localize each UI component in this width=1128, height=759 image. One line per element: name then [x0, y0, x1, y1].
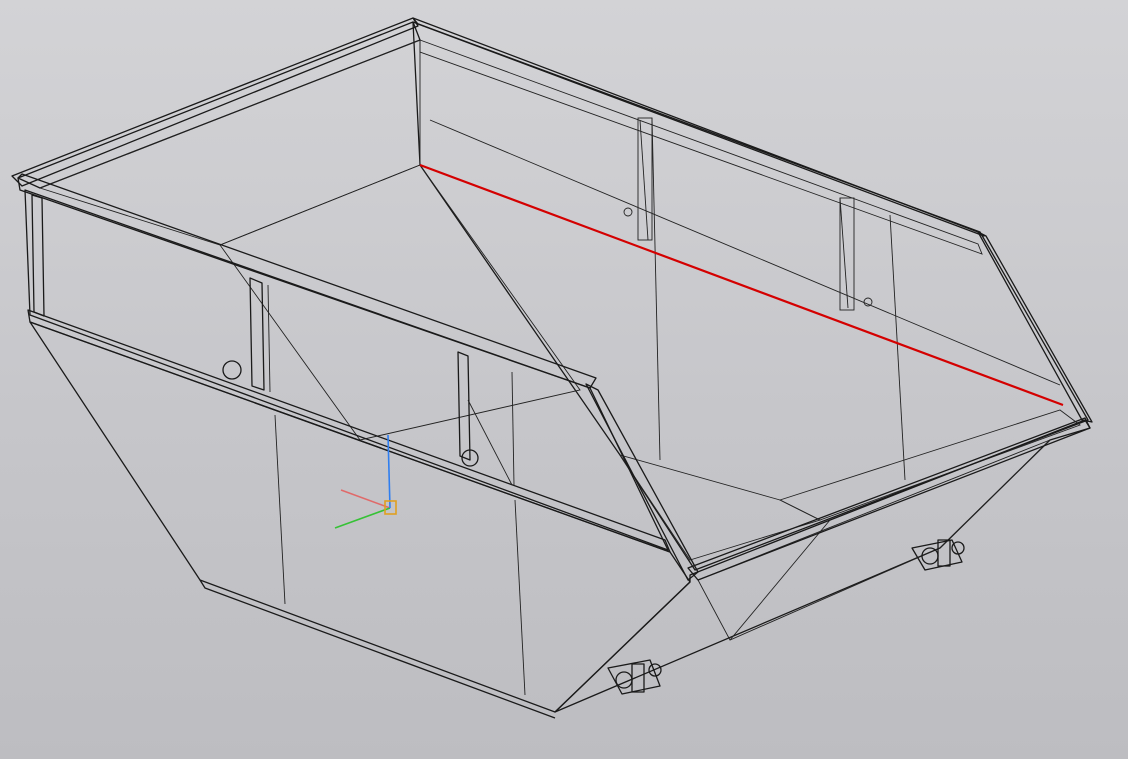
lifting-lug-rear[interactable] — [911, 539, 965, 571]
axis-x-line — [340, 489, 391, 509]
stiffener-line — [651, 117, 661, 461]
stiffener-line — [889, 214, 906, 481]
panel-seam — [267, 284, 271, 393]
back-wall-upper-band — [419, 39, 983, 255]
front-post-right — [457, 351, 471, 461]
axis-y-line — [334, 507, 391, 529]
pin — [222, 360, 242, 380]
right-end-exterior[interactable] — [554, 419, 1091, 713]
selected-edge[interactable] — [419, 163, 1064, 407]
front-post-mid — [249, 277, 265, 391]
bottom-edge — [199, 579, 556, 719]
panel-seam — [514, 499, 526, 696]
stiffener-line — [839, 197, 849, 309]
coordinate-triad-icon[interactable] — [334, 434, 397, 529]
bolt-hole — [863, 297, 873, 307]
axis-z-line — [387, 434, 391, 509]
3d-viewport[interactable] — [0, 0, 1128, 759]
bolt-hole — [623, 207, 633, 217]
lifting-lug-front[interactable] — [607, 659, 662, 695]
panel-seam — [511, 371, 515, 486]
back-top-rim[interactable] — [412, 17, 985, 237]
sloped-floor-right — [778, 409, 1081, 521]
skip-container-model[interactable] — [0, 0, 1128, 759]
front-top-rim[interactable] — [17, 173, 597, 389]
panel-seam — [274, 414, 286, 605]
front-post-left — [31, 194, 45, 317]
gusset-line — [467, 399, 513, 486]
stiffener-line — [639, 119, 649, 241]
back-wall-seam — [429, 119, 1061, 386]
back-wall-interior[interactable] — [412, 21, 1089, 571]
left-top-rim[interactable] — [11, 17, 419, 187]
front-lower-panel[interactable] — [29, 321, 691, 713]
back-stiffener — [637, 117, 653, 241]
